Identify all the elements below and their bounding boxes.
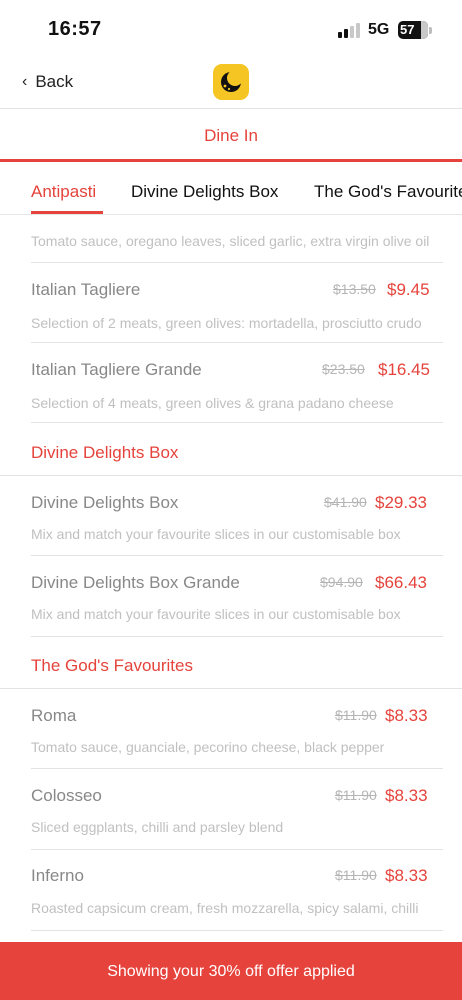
menu-item[interactable]: Italian Tagliere $13.50 $9.45 Selection … — [31, 262, 444, 342]
menu-item-discount-price: $29.33 — [375, 493, 427, 512]
menu-item[interactable]: Roma $11.90 $8.33 Tomato sauce, guancial… — [31, 688, 444, 768]
menu-item-original-price: $11.90 — [335, 867, 377, 883]
tab-divine-delights-box[interactable]: Divine Delights Box — [131, 182, 278, 202]
menu-item-name: Italian Tagliere — [31, 280, 141, 299]
menu-item-name: Inferno — [31, 866, 84, 885]
status-bar: 16:57 5G 57 — [0, 0, 462, 58]
menu-item-description: Mix and match your favourite slices in o… — [31, 606, 401, 622]
nav-header: ‹ Back — [0, 58, 462, 109]
menu-item[interactable]: Inferno $11.90 $8.33 Roasted capsicum cr… — [31, 849, 444, 929]
battery-tip — [429, 27, 432, 34]
menu-item-name: Divine Delights Box — [31, 493, 179, 512]
chevron-left-icon: ‹ — [22, 73, 28, 90]
menu-item-description: Tomato sauce, guanciale, pecorino cheese… — [31, 739, 385, 755]
moon-pizza-icon — [221, 70, 243, 92]
divider — [31, 422, 443, 423]
menu-item[interactable]: Divine Delights Box $41.90 $29.33 Mix an… — [31, 475, 444, 555]
menu-item-discount-price: $8.33 — [385, 706, 428, 725]
category-tabs: Antipasti Divine Delights Box The God's … — [0, 162, 462, 215]
network-type: 5G — [368, 21, 390, 38]
menu-item-description: Sliced eggplants, chilli and parsley ble… — [31, 819, 284, 835]
menu-item[interactable]: Colosseo $11.90 $8.33 Sliced eggplants, … — [31, 768, 444, 848]
battery-icon: 57 — [398, 21, 428, 39]
menu-item-description: Roasted capsicum cream, fresh mozzarella… — [31, 900, 419, 916]
menu-item[interactable]: Italian Tagliere Grande $23.50 $16.45 Se… — [31, 342, 444, 422]
section-title: The God's Favourites — [31, 656, 193, 675]
battery-level: 57 — [400, 22, 415, 37]
menu-item-description: Tomato sauce, oregano leaves, sliced gar… — [31, 233, 430, 249]
app-logo — [213, 64, 249, 100]
dine-mode-bar[interactable]: Dine In — [0, 109, 462, 162]
back-button[interactable]: ‹ Back — [22, 72, 73, 92]
divider — [31, 930, 443, 931]
back-label: Back — [35, 72, 74, 91]
menu-item-original-price: $13.50 — [333, 281, 376, 297]
tab-gods-favourites[interactable]: The God's Favourites — [314, 182, 462, 202]
menu-item-discount-price: $66.43 — [375, 573, 427, 592]
menu-item-discount-price: $9.45 — [387, 280, 430, 299]
menu-item-description: Selection of 2 meats, green olives: mort… — [31, 315, 422, 331]
menu-item-description: Mix and match your favourite slices in o… — [31, 526, 401, 542]
menu-item-original-price: $11.90 — [335, 707, 377, 723]
menu-item-name: Divine Delights Box Grande — [31, 573, 240, 592]
menu-item-original-price: $41.90 — [324, 494, 367, 510]
menu-item-description: Selection of 4 meats, green olives & gra… — [31, 395, 394, 411]
menu-item-original-price: $23.50 — [322, 361, 365, 377]
tab-antipasti[interactable]: Antipasti — [31, 182, 96, 202]
menu-item-discount-price: $8.33 — [385, 786, 428, 805]
offer-banner-text: Showing your 30% off offer applied — [107, 963, 355, 980]
cellular-signal-icon — [338, 22, 362, 38]
status-time: 16:57 — [48, 18, 102, 40]
menu-item-original-price: $11.90 — [335, 787, 377, 803]
active-tab-indicator — [31, 211, 103, 214]
menu-item-discount-price: $8.33 — [385, 866, 428, 885]
offer-banner[interactable]: Showing your 30% off offer applied — [0, 942, 462, 1000]
divider — [31, 636, 443, 637]
menu-item-name: Roma — [31, 706, 77, 725]
section-title: Divine Delights Box — [31, 443, 179, 462]
menu-item[interactable]: Divine Delights Box Grande $94.90 $66.43… — [31, 555, 444, 635]
menu-item-discount-price: $16.45 — [378, 360, 430, 379]
menu-item-name: Colosseo — [31, 786, 102, 805]
menu-item-original-price: $94.90 — [320, 574, 363, 590]
dine-mode-label: Dine In — [204, 126, 258, 145]
menu-item-name: Italian Tagliere Grande — [31, 360, 202, 379]
